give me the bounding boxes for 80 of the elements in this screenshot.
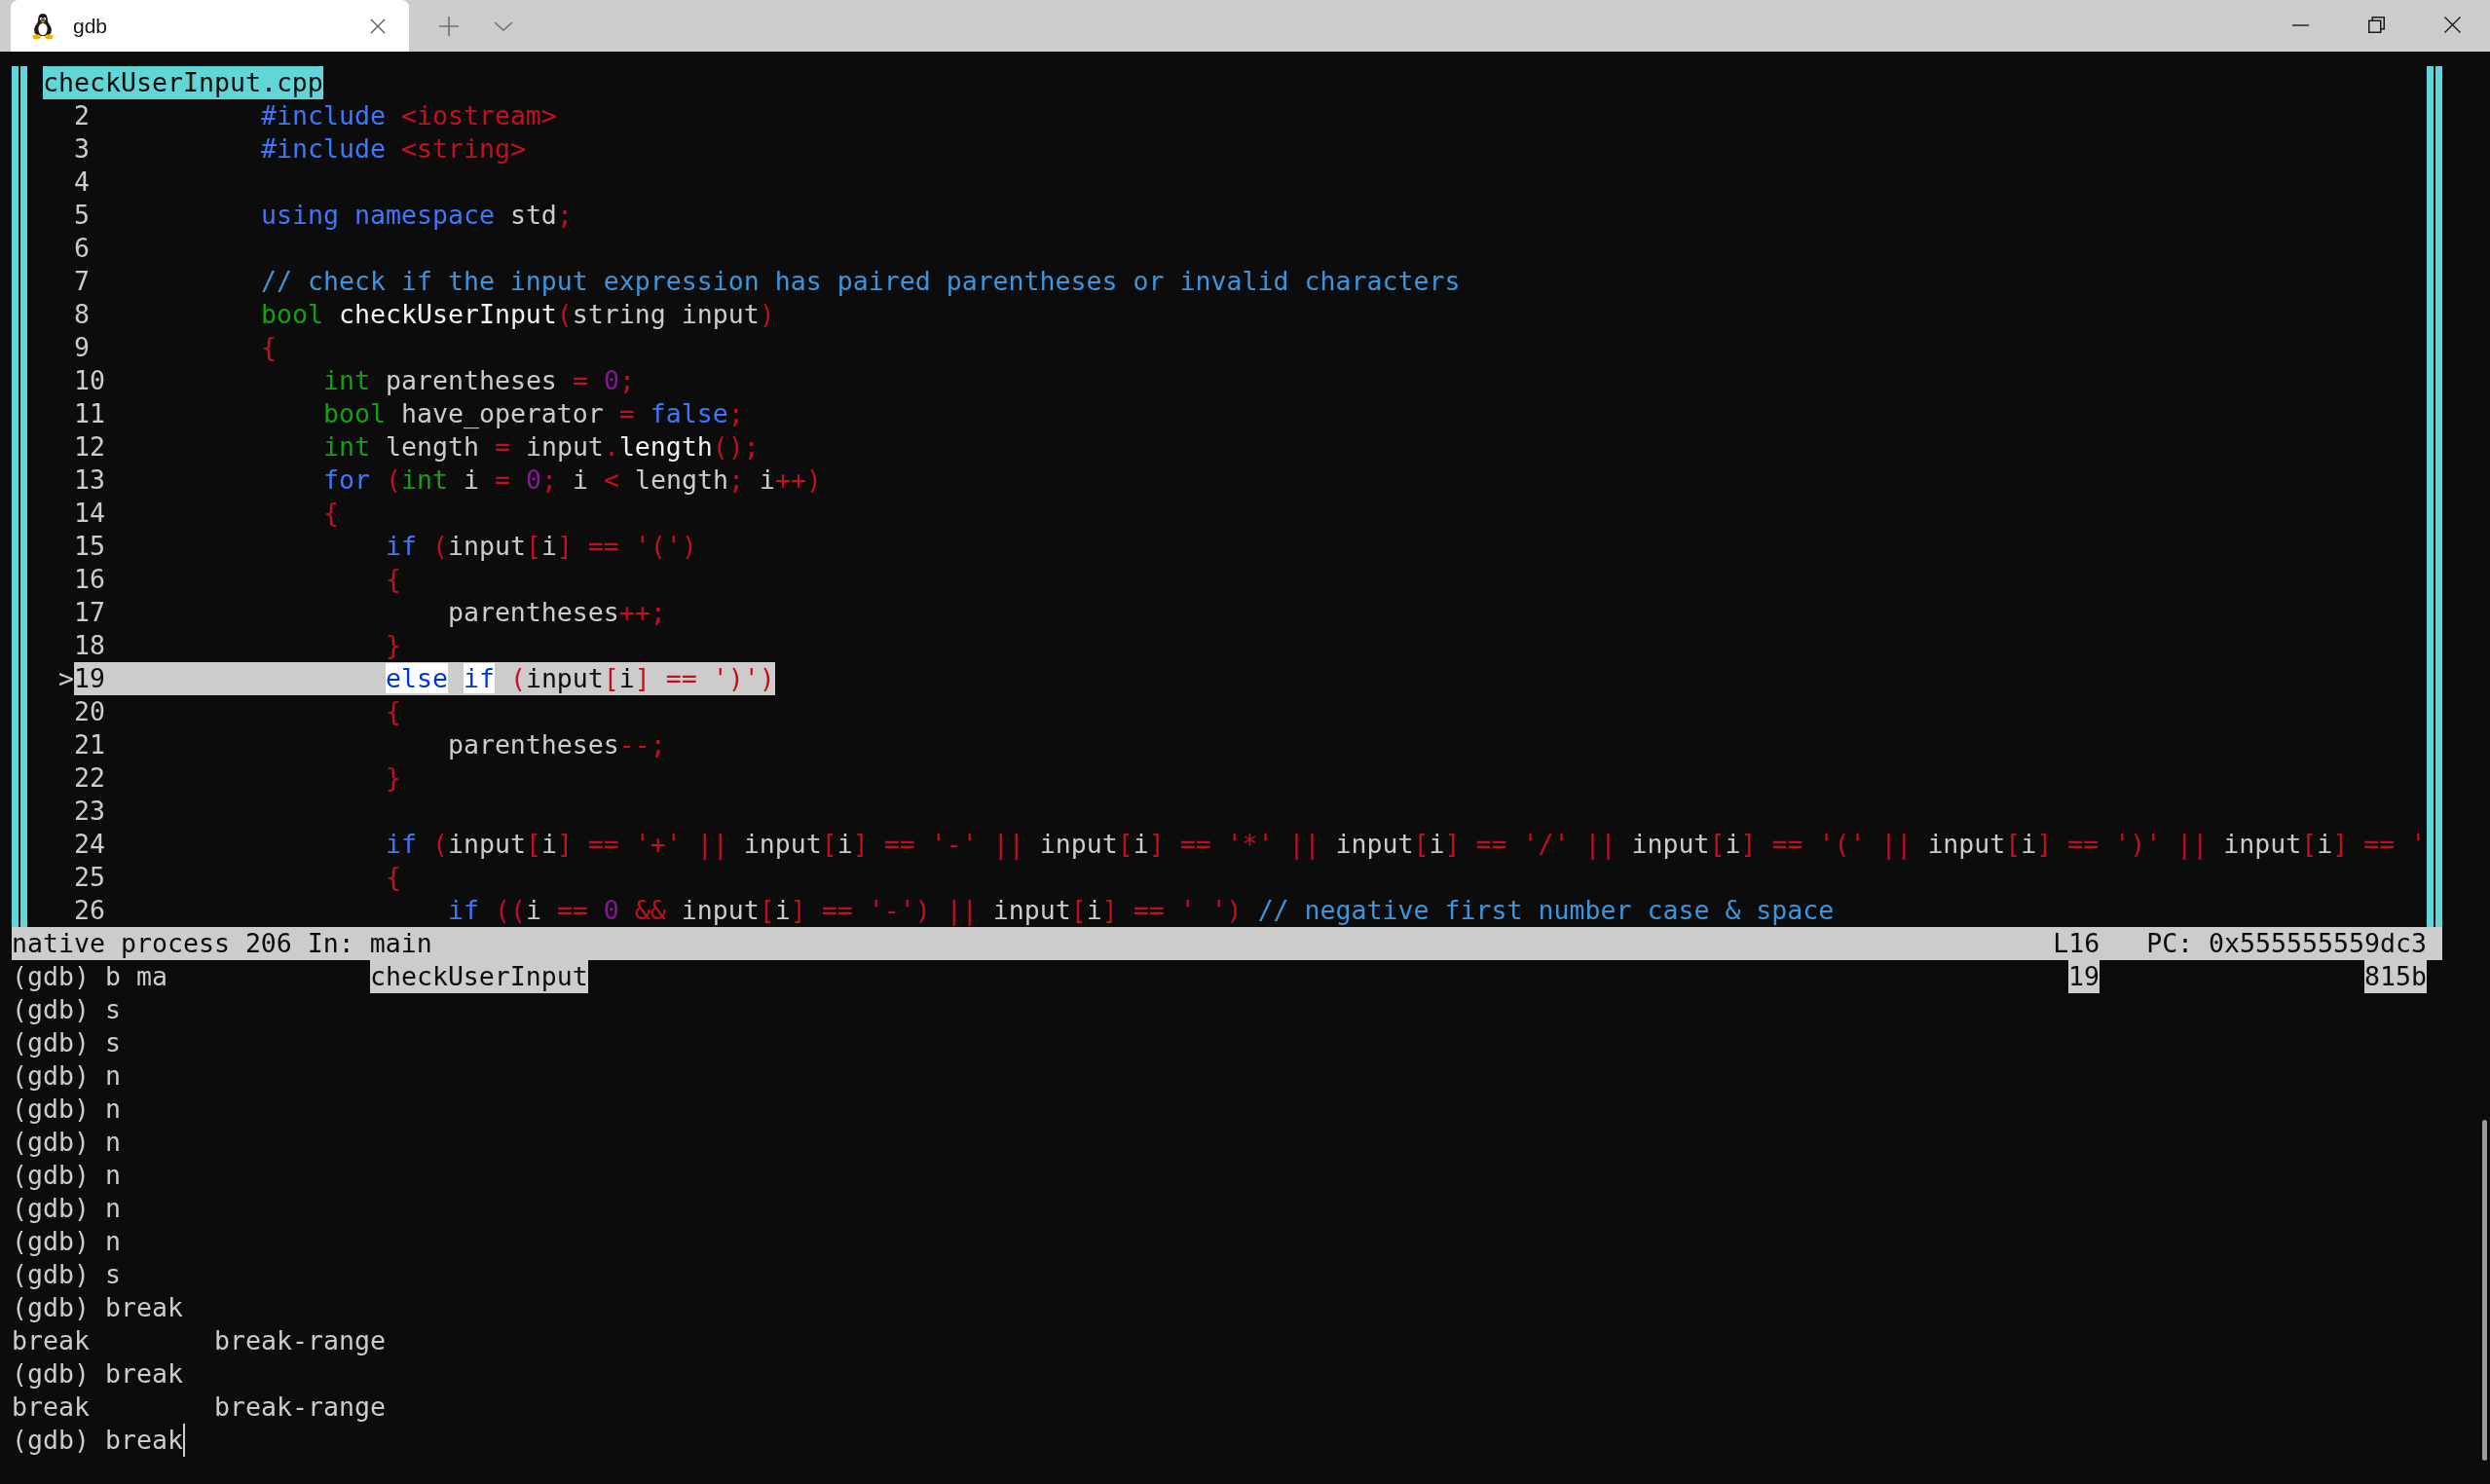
line-number: 5 — [74, 199, 90, 232]
console-line: (gdb) break — [12, 1291, 183, 1324]
highlighted-text: 19 — [2068, 960, 2100, 993]
current-line-marker: > — [58, 662, 74, 695]
console-line: (gdb) s — [12, 1258, 121, 1291]
code-line: int parentheses = 0; — [322, 364, 635, 397]
code-line: { — [385, 563, 401, 596]
line-number: 26 — [74, 894, 105, 927]
line-number: 25 — [74, 861, 105, 894]
completion-item: break — [12, 1324, 90, 1357]
code-line: #include <string> — [261, 132, 526, 166]
code-line: // check if the input expression has paired parentheses or invalid characters — [261, 265, 1461, 298]
line-number: 22 — [74, 761, 105, 795]
code-line: if ((i == 0 && input[i] == '-') || input[i] == ' ') // negative first number case & space — [447, 894, 1835, 927]
line-number: 8 — [74, 298, 90, 331]
line-number: 9 — [74, 331, 90, 364]
source-file-title: checkUserInput.cpp — [43, 66, 323, 99]
code-line: parentheses++; — [447, 596, 666, 629]
line-number: 15 — [74, 530, 105, 563]
console-line: (gdb) s — [12, 993, 121, 1026]
code-line: bool checkUserInput(string input) — [261, 298, 775, 331]
minimize-icon[interactable] — [2291, 23, 2309, 26]
line-number: 13 — [74, 464, 105, 497]
console-line: (gdb) n — [12, 1059, 121, 1093]
console-line: (gdb) n — [12, 1159, 121, 1192]
program-counter: PC: 0x555555559dc3 — [2146, 927, 2427, 960]
close-icon[interactable] — [370, 18, 386, 34]
code-line: for (int i = 0; i < length; i++) — [322, 464, 822, 497]
code-line: #include <iostream> — [261, 99, 557, 132]
line-number: 16 — [74, 563, 105, 596]
line-number: 6 — [74, 232, 90, 265]
code-line: if (input[i] == '+' || input[i] == '-' || input[i] == '*' || input[i] == '/' || input[i] == '(' || input[i] == ')' || input[i] == ' — [385, 828, 2427, 861]
terminal-tab[interactable]: gdb — [11, 0, 409, 52]
chevron-down-icon[interactable] — [494, 20, 513, 31]
line-number: 7 — [74, 265, 90, 298]
line-number: 18 — [74, 629, 105, 662]
code-line: parentheses--; — [447, 728, 666, 761]
penguin-icon — [31, 12, 55, 40]
line-number: 24 — [74, 828, 105, 861]
console-line: (gdb) s — [12, 1026, 121, 1059]
code-line: { — [385, 695, 401, 728]
line-number: 2 — [74, 99, 90, 132]
console-line: (gdb) break — [12, 1357, 183, 1391]
code-line: } — [385, 629, 401, 662]
code-line: else if (input[i] == ')') — [385, 662, 775, 695]
console-line: (gdb) n — [12, 1192, 121, 1225]
console-line: (gdb) n — [12, 1093, 121, 1126]
console-line: (gdb) b ma — [12, 960, 167, 993]
highlighted-text: checkUserInput — [369, 960, 588, 993]
restore-icon[interactable] — [2367, 17, 2385, 33]
console-line: (gdb) n — [12, 1126, 121, 1159]
code-line: } — [385, 761, 401, 795]
line-number: 11 — [74, 397, 105, 430]
line-number: 17 — [74, 596, 105, 629]
code-line: { — [385, 861, 401, 894]
completion-item: break-range — [214, 1391, 386, 1424]
completion-item: break — [12, 1391, 90, 1424]
code-line: { — [322, 497, 339, 530]
line-number: 10 — [74, 364, 105, 397]
close-icon[interactable] — [2443, 17, 2461, 33]
code-line: { — [261, 331, 277, 364]
code-line: bool have_operator = false; — [322, 397, 744, 430]
code-line: using namespace std; — [261, 199, 573, 232]
line-number: 19 — [74, 662, 105, 695]
completion-item: break-range — [214, 1324, 386, 1357]
line-number: 20 — [74, 695, 105, 728]
line-number: 14 — [74, 497, 105, 530]
line-number: 3 — [74, 132, 90, 166]
status-text: native process 206 In: main — [12, 927, 432, 960]
line-number: 4 — [74, 166, 90, 199]
scrollbar-thumb[interactable] — [2482, 1120, 2487, 1461]
console-line: (gdb) n — [12, 1225, 121, 1258]
code-line: if (input[i] == '(') — [385, 530, 697, 563]
code-line: int length = input.length(); — [322, 430, 760, 464]
console-line: (gdb) break — [12, 1424, 183, 1457]
line-number: 12 — [74, 430, 105, 464]
highlighted-text: 815b — [2364, 960, 2427, 993]
line-number: 21 — [74, 728, 105, 761]
line-number: 23 — [74, 795, 105, 828]
line-indicator: L16 — [2053, 927, 2100, 960]
